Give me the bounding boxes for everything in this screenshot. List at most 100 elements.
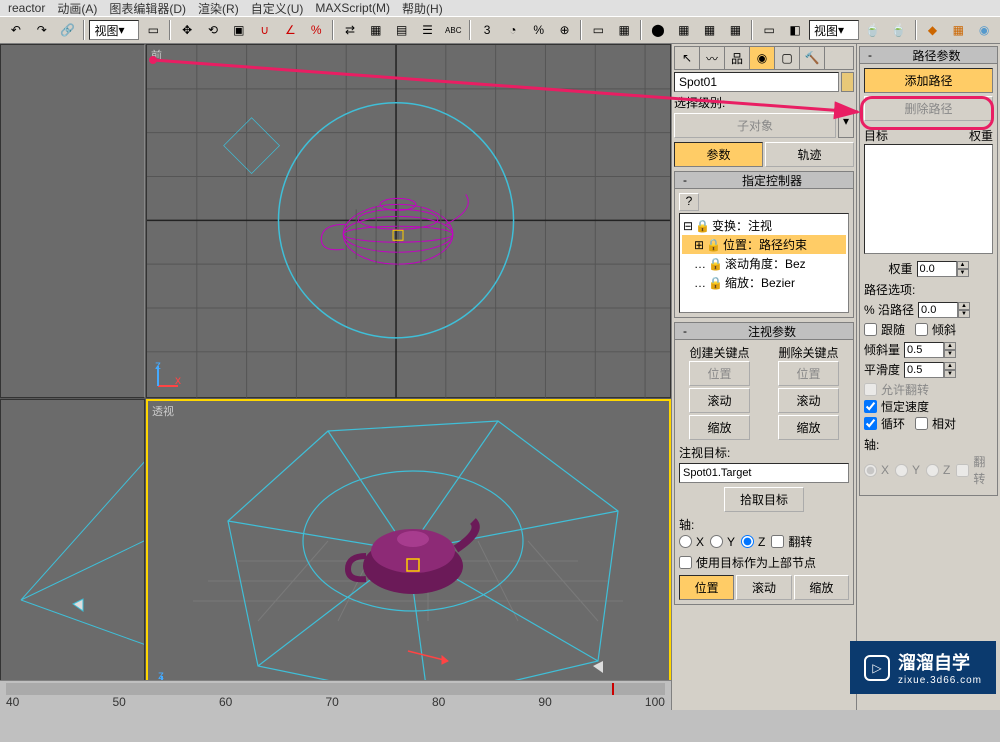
align-button[interactable]: ▤ [390,19,414,41]
layers[interactable]: ◧ [783,19,807,41]
loop-check[interactable]: 循环 [864,415,905,432]
menu-custom[interactable]: 自定义(U) [251,0,304,17]
quick-render[interactable]: ▦ [698,19,722,41]
reference-coord-dropdown[interactable]: 视图 ▾ [89,20,139,40]
viewport-area: 前 x z [0,44,671,710]
tab-create[interactable]: ↖ [675,47,700,69]
view-dropdown-2[interactable]: 视图 ▾ [809,20,859,40]
material-editor[interactable]: ⬤ [646,19,670,41]
object-color-swatch[interactable] [841,72,854,92]
source-scale-button[interactable]: 缩放 [794,575,849,600]
bank-amount-spinner[interactable]: ▲▼ [904,342,956,358]
teapot-icon-2[interactable]: 🍵 [887,19,911,41]
menu-render[interactable]: 渲染(R) [198,0,239,17]
delete-key-scale[interactable]: 缩放 [778,415,838,440]
follow-check[interactable]: 跟随 [864,321,905,338]
render-last[interactable]: ▦ [724,19,748,41]
render-scene[interactable]: ▦ [672,19,696,41]
tab-modify[interactable]: 〰 [700,47,725,69]
scale-button[interactable]: ▣ [227,19,251,41]
abc-button[interactable]: ABC [441,19,465,41]
axis-z-radio[interactable]: Z [741,535,765,549]
weight-spinner[interactable]: ▲▼ [917,261,969,277]
path-params-header[interactable]: -路径参数 [859,46,998,64]
tab-utilities[interactable]: 🔨 [800,47,825,69]
timeline-mark: 80 [432,695,445,709]
percent-spinner[interactable]: ▲▼ [918,302,970,318]
object-name-input[interactable] [674,72,839,92]
constant-velocity-check[interactable]: 恒定速度 [864,398,993,415]
axis-y-radio[interactable]: Y [710,535,735,549]
controller-tree[interactable]: ⊟🔒变换：注视 ⊞🔒位置：路径约束 …🔒滚动角度：Bez …🔒缩放：Bezier [679,213,849,313]
delete-key-roll[interactable]: 滚动 [778,388,838,413]
path-axis-y: Y [895,463,920,477]
create-key-scale[interactable]: 缩放 [689,415,749,440]
select-button[interactable]: ▭ [141,19,165,41]
viewport-top-left[interactable] [0,44,145,398]
add-path-button[interactable]: 添加路径 [864,68,993,93]
tape-helper[interactable]: ◉ [972,19,996,41]
rotate-button[interactable]: ⟲ [201,19,225,41]
timeline-mark: 60 [219,695,232,709]
tab-display[interactable]: ▢ [775,47,800,69]
render-type[interactable]: ▭ [757,19,781,41]
spinner-snap[interactable]: ⊕ [553,19,577,41]
axis-gizmo-icon: x z [153,361,183,391]
path-params-panel: -路径参数 添加路径 删除路径 目标 权重 权重 ▲▼ 路径选项: % 沿路径 … [856,44,1000,710]
sel-lock[interactable]: ▦ [612,19,636,41]
smoothness-spinner[interactable]: ▲▼ [904,362,956,378]
timeline[interactable]: 40 50 60 70 80 90 100 [0,680,671,710]
menu-reactor[interactable]: reactor [8,1,45,15]
menu-help[interactable]: 帮助(H) [402,0,443,17]
snap-pct2[interactable]: % [527,19,551,41]
viewport-front[interactable]: 前 x z [146,44,671,398]
named-sel[interactable]: ☰ [416,19,440,41]
assign-controller-header[interactable]: -指定控制器 [674,171,854,189]
undo-button[interactable]: ↶ [4,19,28,41]
path-axis-flip: 翻转 [956,453,993,487]
tracks-button[interactable]: 轨迹 [765,142,854,167]
teapot-icon[interactable]: 🍵 [861,19,885,41]
move-button[interactable]: ✥ [175,19,199,41]
lookat-params-header[interactable]: -注视参数 [674,322,854,340]
lookat-target-label: 注视目标: [679,444,849,461]
path-options-label: 路径选项: [864,281,993,298]
relative-check[interactable]: 相对 [915,415,956,432]
percent-along-path-label: % 沿路径 [864,301,914,318]
snap-3d[interactable]: 3 [475,19,499,41]
array-button[interactable]: ▦ [364,19,388,41]
path-axis-z: Z [926,463,950,477]
viewport-bottom-left[interactable] [0,399,145,710]
path-list[interactable] [864,144,993,254]
source-roll-button[interactable]: 滚动 [736,575,791,600]
percent-snap[interactable]: % [304,19,328,41]
snap-toggle[interactable]: ∪ [253,19,277,41]
schematic-view[interactable]: ◆ [921,19,945,41]
pick-target-button[interactable]: 拾取目标 [724,487,804,512]
tab-hierarchy[interactable]: 品 [725,47,750,69]
mirror-button[interactable]: ⇄ [338,19,362,41]
use-target-upnode-check[interactable]: 使用目标作为上部节点 [679,554,849,571]
grid-helper[interactable]: ▦ [946,19,970,41]
selection-set[interactable]: ▭ [586,19,610,41]
weight-col-header: 权重 [969,127,993,144]
svg-text:z: z [155,361,161,372]
tab-motion[interactable]: ◉ [750,47,775,69]
bank-check[interactable]: 倾斜 [915,321,956,338]
smoothness-label: 平滑度 [864,361,900,378]
source-position-button[interactable]: 位置 [679,575,734,600]
link-button[interactable]: 🔗 [56,19,80,41]
menu-animation[interactable]: 动画(A) [57,0,97,17]
timeline-mark: 70 [325,695,338,709]
viewport-perspective[interactable]: 透视 x z y [146,399,671,710]
assign-controller-button[interactable]: ? [679,193,699,211]
create-key-roll[interactable]: 滚动 [689,388,749,413]
axis-flip-check[interactable]: 翻转 [771,533,812,550]
parameters-button[interactable]: 参数 [674,142,763,167]
snap-angle2[interactable]: ◔ [501,19,525,41]
redo-button[interactable]: ↷ [30,19,54,41]
angle-snap[interactable]: ∠ [279,19,303,41]
menu-graph-editor[interactable]: 图表编辑器(D) [109,0,186,17]
axis-x-radio[interactable]: X [679,535,704,549]
menu-maxscript[interactable]: MAXScript(M) [315,1,390,15]
